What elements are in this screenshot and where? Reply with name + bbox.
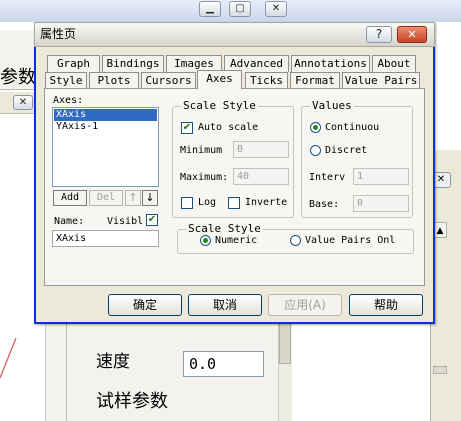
tab-value-pairs[interactable]: Value Pairs: [342, 72, 420, 89]
tab-ticks[interactable]: Ticks: [245, 72, 288, 89]
dialog-close-button[interactable]: ✕: [397, 26, 427, 43]
value-pairs-only-label: Value Pairs Onl: [305, 235, 396, 246]
minimum-label: Minimum: [180, 145, 223, 156]
inverted-label: Inverte: [245, 197, 288, 208]
tab-about[interactable]: About: [372, 55, 416, 72]
add-axis-button[interactable]: Add: [53, 190, 87, 206]
discrete-radio[interactable]: [310, 145, 321, 156]
tab-style[interactable]: Style: [45, 72, 87, 89]
move-down-arrow-icon[interactable]: ↓: [142, 190, 158, 206]
axes-list-item-xaxis[interactable]: XAxis: [54, 109, 157, 121]
help-button[interactable]: ?: [366, 26, 392, 43]
base-label: Base:: [309, 199, 340, 210]
background-maximize-button[interactable]: ▢: [229, 1, 251, 17]
interval-label: Interv: [309, 172, 346, 183]
visible-checkbox[interactable]: ✔: [146, 214, 158, 226]
values-caption: Values: [310, 99, 354, 112]
discrete-label: Discret: [325, 145, 368, 156]
speed-label: 速度: [96, 352, 130, 372]
tab-bindings[interactable]: Bindings: [102, 55, 164, 72]
background-minimize-button[interactable]: ▁: [199, 1, 221, 17]
tab-graph[interactable]: Graph: [47, 55, 100, 72]
move-up-arrow-icon[interactable]: ↑: [125, 190, 141, 206]
numeric-radio[interactable]: [200, 235, 211, 246]
auto-scale-checkbox[interactable]: ✔: [181, 122, 193, 134]
axes-list-item-yaxis[interactable]: YAxis-1: [54, 121, 157, 133]
interval-input[interactable]: 1: [353, 168, 409, 185]
right-window-up-arrow[interactable]: ▲: [433, 222, 447, 238]
auto-scale-label: Auto scale: [198, 122, 259, 133]
minimum-input[interactable]: 0: [233, 141, 289, 158]
chart-line-fragment: [0, 337, 17, 379]
inverted-checkbox[interactable]: [228, 197, 240, 209]
cancel-button[interactable]: 取消: [188, 294, 262, 316]
form-scrollbar-thumb[interactable]: [279, 322, 291, 364]
log-label: Log: [198, 197, 217, 208]
tab-axes[interactable]: Axes: [197, 70, 242, 89]
visible-label: Visibl: [107, 216, 144, 227]
form-panel-divider: [66, 320, 67, 421]
tab-cursors[interactable]: Cursors: [141, 72, 196, 89]
maximum-label: Maximum:: [180, 172, 229, 183]
sample-params-label: 试样参数: [96, 391, 168, 412]
tab-annotations[interactable]: Annotations: [291, 55, 370, 72]
tab-format[interactable]: Format: [290, 72, 340, 89]
delete-axis-button[interactable]: Del: [89, 190, 123, 206]
log-checkbox[interactable]: [181, 197, 193, 209]
scale-style-caption: Scale Style: [181, 99, 258, 112]
name-label: Name:: [54, 216, 85, 227]
numeric-label: Numeric: [215, 235, 258, 246]
right-window-scroll[interactable]: [433, 366, 447, 374]
axis-name-input[interactable]: XAxis: [52, 230, 159, 247]
continuous-radio[interactable]: [310, 122, 321, 133]
background-close-button[interactable]: ✕: [265, 1, 287, 17]
tab-plots[interactable]: Plots: [89, 72, 139, 89]
help-dialog-button[interactable]: 帮助: [349, 294, 423, 316]
dialog-title: 属性页: [40, 27, 77, 41]
mini-window-close-button[interactable]: ✕: [13, 95, 33, 110]
continuous-label: Continuou: [325, 122, 380, 133]
value-pairs-only-radio[interactable]: [290, 235, 301, 246]
ok-button[interactable]: 确定: [108, 294, 182, 316]
maximum-input[interactable]: 40: [233, 168, 289, 185]
axes-label: Axes:: [53, 95, 84, 106]
base-input[interactable]: 0: [353, 195, 409, 212]
background-left-label: 参数: [0, 67, 36, 88]
speed-input[interactable]: 0.0: [183, 351, 264, 377]
apply-button[interactable]: 应用(A): [268, 294, 342, 316]
